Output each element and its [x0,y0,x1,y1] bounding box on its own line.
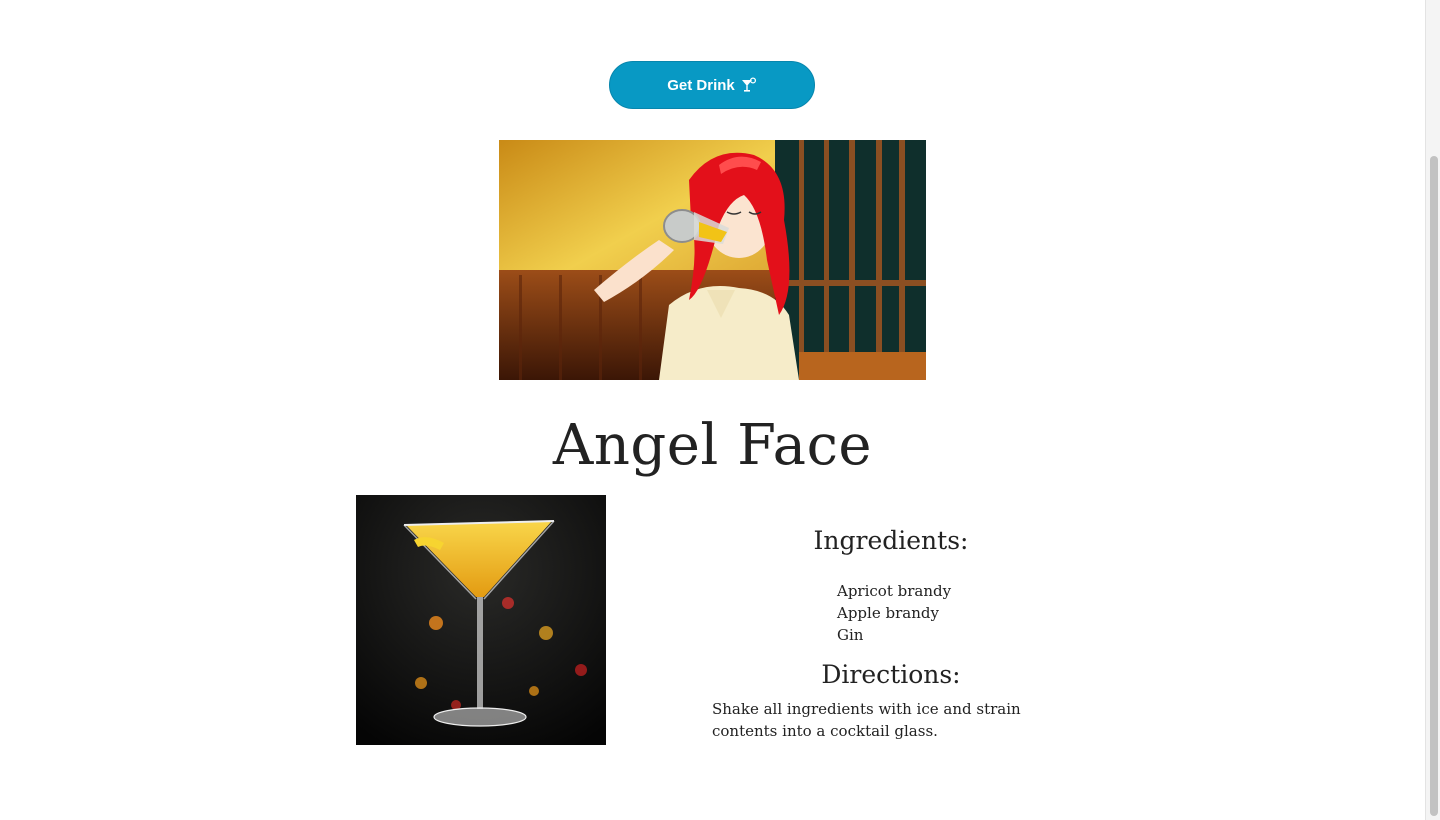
cocktail-glass-icon [741,77,757,93]
drink-title: Angel Face [552,413,873,478]
get-drink-button[interactable]: Get Drink [609,61,815,109]
ingredients-heading: Ingredients: [813,526,969,555]
ingredient-item: Apple brandy [837,604,939,622]
ingredient-item: Apricot brandy [837,582,952,600]
directions-text: Shake all ingredients with ice and strai… [712,700,1021,740]
ingredients-list: Apricot brandy Apple brandy Gin [837,580,951,646]
drink-photo [356,495,606,745]
page: Get Drink Angel Face Ingredients: Aprico… [0,0,1425,820]
ingredient-item: Gin [837,626,864,644]
vertical-scrollbar[interactable] [1425,0,1440,820]
get-drink-label: Get Drink [667,76,735,94]
scrollbar-thumb[interactable] [1430,156,1438,816]
banner-image [499,140,926,380]
directions-heading: Directions: [821,660,961,689]
